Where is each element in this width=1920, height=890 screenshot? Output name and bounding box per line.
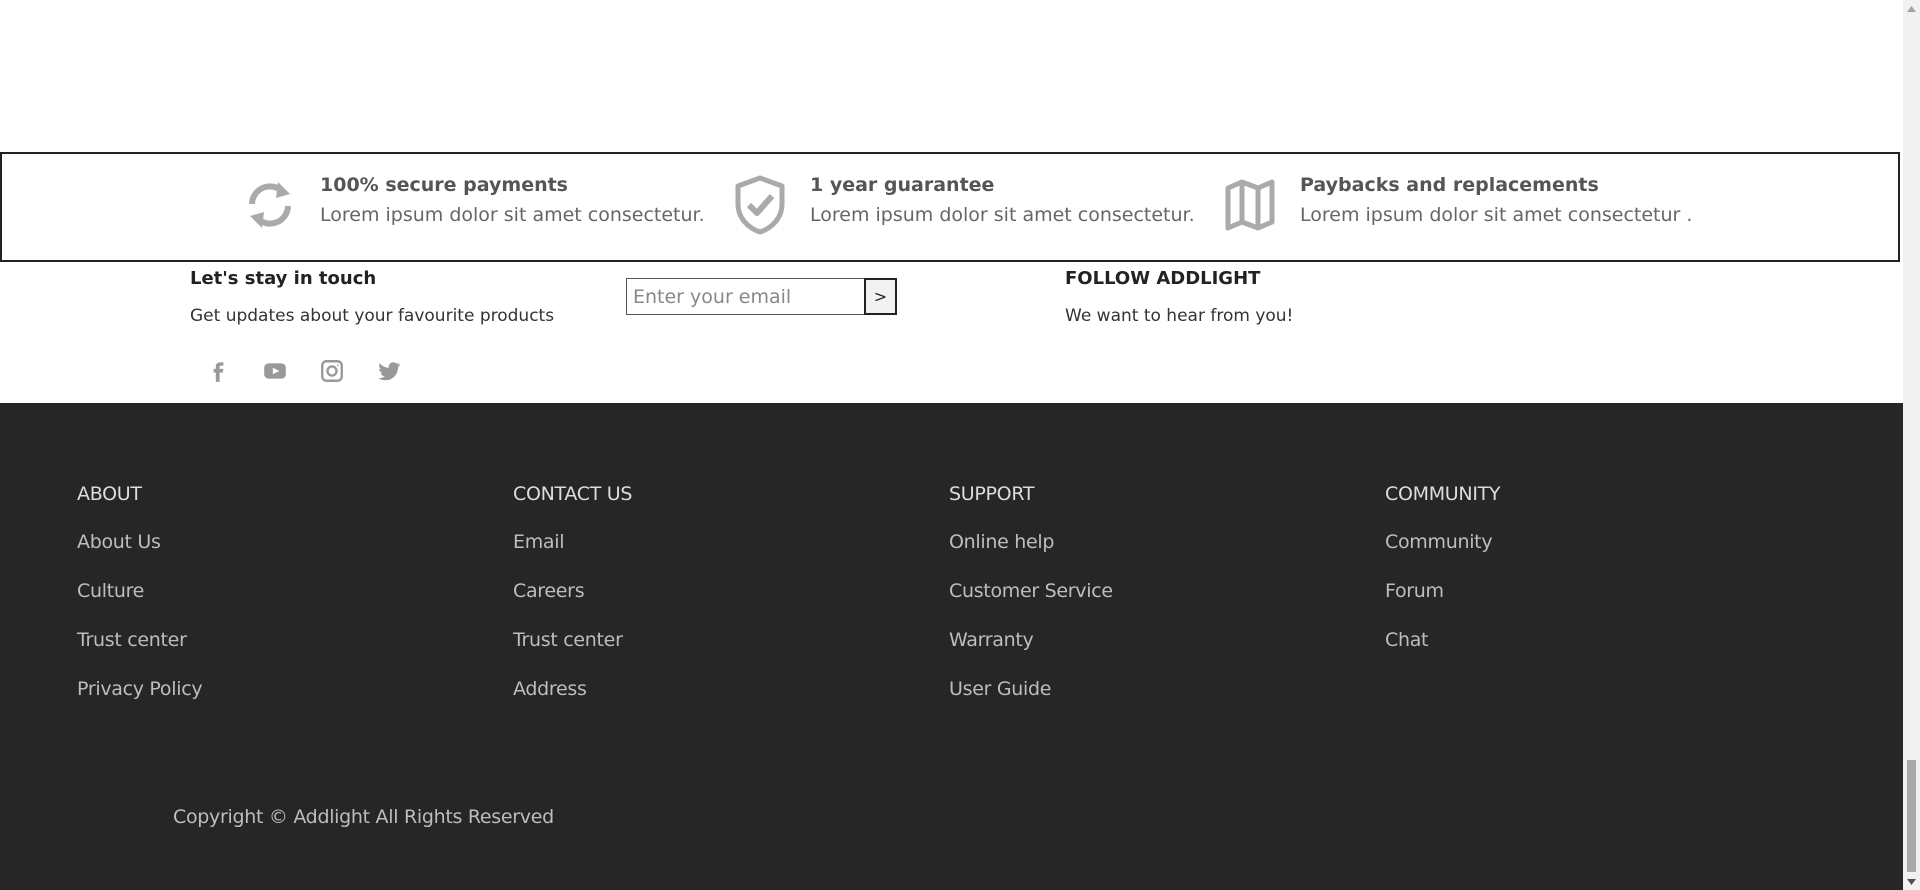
footer-link[interactable]: About Us [77,525,202,560]
newsletter-title: Let's stay in touch [190,268,377,289]
footer-column-about: ABOUT About Us Culture Trust center Priv… [77,483,203,707]
page: 100% secure payments Lorem ipsum dolor s… [0,0,1903,890]
feature-title: 1 year guarantee [810,174,995,196]
footer-column-title: COMMUNITY [1385,483,1501,505]
scroll-down-arrow-icon[interactable] [1903,873,1920,890]
footer-column-contact: CONTACT US Email Careers Trust center Ad… [513,483,632,707]
footer-column-title: ABOUT [77,483,142,505]
footer-link[interactable]: Privacy Policy [77,672,203,707]
newsletter-subtitle: Get updates about your favourite product… [190,306,555,326]
footer-link[interactable]: Address [513,672,632,707]
footer-link[interactable]: Trust center [77,623,202,658]
page-scrollbar[interactable] [1903,0,1920,890]
youtube-icon[interactable] [260,356,290,386]
features-strip: 100% secure payments Lorem ipsum dolor s… [0,152,1900,262]
footer-link[interactable]: Community [1385,525,1500,560]
footer-link[interactable]: Online help [949,525,1113,560]
scroll-up-arrow-icon[interactable] [1903,0,1920,17]
footer-link[interactable]: Customer Service [949,574,1113,609]
footer-link[interactable]: Trust center [513,623,632,658]
footer-link[interactable]: Careers [513,574,632,609]
feature-description: Lorem ipsum dolor sit amet consectetur . [1300,204,1693,226]
copyright-text: Copyright © Addlight All Rights Reserved [173,806,554,828]
follow-subtitle: We want to hear from you! [1065,306,1294,326]
feature-description: Lorem ipsum dolor sit amet consectetur. [320,204,705,226]
footer-link[interactable]: User Guide [949,672,1113,707]
scrollbar-thumb[interactable] [1907,760,1916,872]
footer-column-community: COMMUNITY Community Forum Chat [1385,483,1501,658]
feature-title: 100% secure payments [320,174,568,196]
facebook-icon[interactable] [203,356,233,386]
footer-column-title: SUPPORT [949,483,1035,505]
subscribe-submit-button[interactable]: > [864,278,897,315]
footer-column-title: CONTACT US [513,483,633,505]
footer-link[interactable]: Forum [1385,574,1500,609]
footer-link[interactable]: Email [513,525,632,560]
map-icon [1222,174,1278,236]
email-field[interactable] [626,278,864,315]
feature-description: Lorem ipsum dolor sit amet consectetur. [810,204,1195,226]
footer-link[interactable]: Warranty [949,623,1113,658]
follow-title: FOLLOW ADDLIGHT [1065,268,1261,289]
shield-check-icon [732,174,788,236]
footer-column-support: SUPPORT Online help Customer Service War… [949,483,1113,707]
feature-title: Paybacks and replacements [1300,174,1599,196]
footer-link[interactable]: Chat [1385,623,1500,658]
instagram-icon[interactable] [317,356,347,386]
refresh-icon [242,174,298,236]
footer-link[interactable]: Culture [77,574,202,609]
footer: ABOUT About Us Culture Trust center Priv… [0,403,1903,890]
twitter-icon[interactable] [374,356,404,386]
